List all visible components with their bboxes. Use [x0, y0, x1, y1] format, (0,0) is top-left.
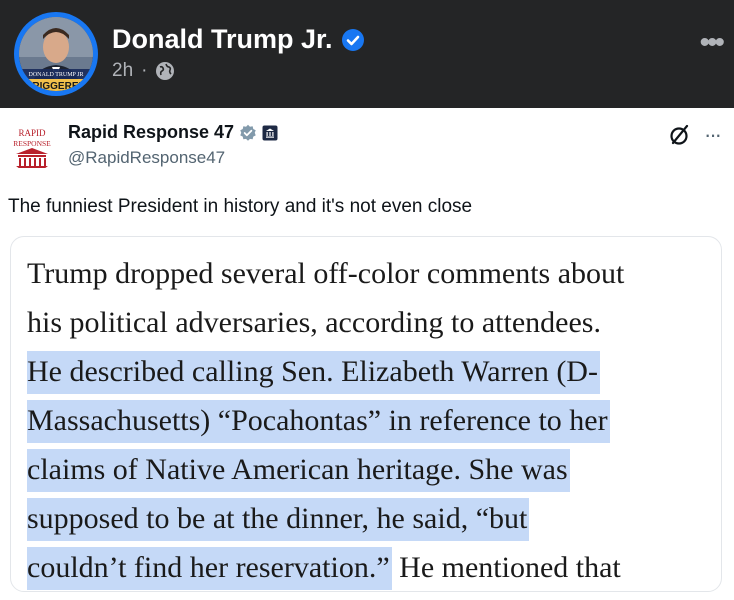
article-line-highlighted: He described calling Sen. Elizabeth Warr… — [27, 347, 721, 396]
article-line-text: his political adversaries, according to … — [27, 306, 601, 339]
svg-text:RESPONSE: RESPONSE — [13, 139, 51, 148]
svg-text:RAPID: RAPID — [18, 128, 46, 138]
article-line-highlighted: supposed to be at the dinner, he said, “… — [27, 494, 721, 543]
rapid-response-logo[interactable]: RAPID RESPONSE — [8, 124, 56, 172]
svg-text:TRIGGERED: TRIGGERED — [26, 81, 85, 91]
article-line-text: Trump dropped several off-color comments… — [27, 257, 625, 290]
author-name[interactable]: Donald Trump Jr. — [112, 24, 365, 55]
x-more-options-icon[interactable]: ··· — [704, 122, 722, 148]
article-screenshot[interactable]: Trump dropped several off-color comments… — [10, 236, 722, 592]
facebook-post-header: DONALD TRUMP JR TRIGGERED Donald Trump J… — [0, 0, 734, 108]
article-line-highlighted: claims of Native American heritage. She … — [27, 445, 721, 494]
x-author-handle[interactable]: @RapidResponse47 — [68, 148, 225, 168]
article-line: his political adversaries, according to … — [27, 298, 721, 347]
x-author-name[interactable]: Rapid Response 47 — [68, 122, 278, 143]
more-options-icon[interactable]: ••• — [699, 28, 724, 58]
svg-text:DONALD TRUMP JR: DONALD TRUMP JR — [28, 72, 83, 78]
article-line-mixed: couldn’t find her reservation.” He menti… — [27, 543, 721, 591]
embedded-x-post: RAPID RESPONSE Rapid Response 47 @RapidR… — [0, 108, 734, 600]
article-line-tail: He mentioned that — [391, 551, 621, 584]
article-text: Trump dropped several off-color comments… — [27, 249, 721, 591]
author-avatar[interactable]: DONALD TRUMP JR TRIGGERED — [14, 12, 98, 96]
highlighted-text: He described calling Sen. Elizabeth Warr… — [27, 351, 600, 394]
post-meta: 2h · — [112, 60, 175, 82]
meta-separator: · — [141, 60, 148, 81]
globe-icon[interactable] — [155, 61, 175, 81]
x-post-caption: The funniest President in history and it… — [8, 196, 473, 217]
government-label-icon — [262, 125, 278, 140]
highlighted-text: couldn’t find her reservation.” — [27, 547, 392, 590]
highlighted-text: Massachusetts) “Pocahontas” in reference… — [27, 400, 610, 443]
avatar-photo: DONALD TRUMP JR TRIGGERED — [19, 17, 93, 91]
article-line-highlighted: Massachusetts) “Pocahontas” in reference… — [27, 396, 721, 445]
x-post-actions: ··· — [668, 122, 722, 148]
grok-icon[interactable] — [668, 123, 692, 147]
highlighted-text: claims of Native American heritage. She … — [27, 449, 570, 492]
article-line: Trump dropped several off-color comments… — [27, 249, 721, 298]
post-time[interactable]: 2h — [112, 60, 133, 82]
rapid-response-logo-icon: RAPID RESPONSE — [8, 124, 56, 172]
verified-badge-icon — [341, 28, 364, 51]
highlighted-text: supposed to be at the dinner, he said, “… — [27, 498, 530, 541]
author-name-label[interactable]: Donald Trump Jr. — [112, 24, 333, 55]
gray-verified-badge-icon — [240, 124, 256, 141]
x-author-name-label[interactable]: Rapid Response 47 — [68, 122, 234, 143]
